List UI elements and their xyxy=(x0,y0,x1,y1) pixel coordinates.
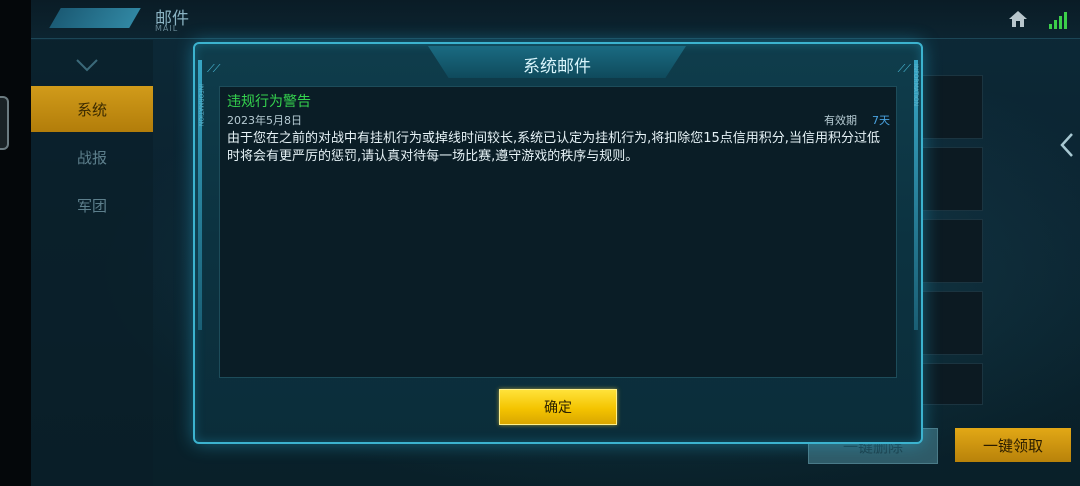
list-item[interactable] xyxy=(915,75,983,139)
page-subtitle: MAIL xyxy=(155,24,179,33)
signal-icon xyxy=(1049,12,1067,29)
sidebar-item-battle-report[interactable]: 战报 xyxy=(31,134,153,180)
validity-label: 有效期 xyxy=(824,114,857,127)
mail-list xyxy=(915,75,983,405)
list-item[interactable] xyxy=(915,363,983,405)
sidebar-item-legion[interactable]: 军团 xyxy=(31,182,153,228)
slash-decoration: ⟋⟋ xyxy=(207,62,220,75)
home-icon[interactable] xyxy=(1008,9,1028,29)
dialog-side-label: INFORMATION xyxy=(197,84,204,127)
left-edge-bar xyxy=(0,0,31,486)
mail-content-panel: 违规行为警告 2023年5月8日 有效期 7天 由于您在之前的对战中有挂机行为或… xyxy=(219,86,897,378)
list-item[interactable] xyxy=(915,147,983,211)
mail-subject: 违规行为警告 xyxy=(227,94,311,110)
system-mail-dialog: 系统邮件 INFORMATION INFORMATION ⟋⟋ ⟋⟋ 违规行为警… xyxy=(193,42,923,444)
sidebar-item-label: 战报 xyxy=(76,148,107,167)
sidebar-item-label: 系统 xyxy=(76,100,107,119)
sidebar-item-system[interactable]: 系统 xyxy=(31,86,153,132)
claim-all-button[interactable]: 一键领取 xyxy=(955,428,1071,462)
left-edge-handle[interactable] xyxy=(0,96,9,150)
dialog-title: 系统邮件 xyxy=(523,57,591,77)
chevron-down-icon xyxy=(76,59,98,72)
sidebar-item-label: 军团 xyxy=(76,196,107,215)
list-item[interactable] xyxy=(915,291,983,355)
game-logo xyxy=(49,8,141,28)
mail-body: 由于您在之前的对战中有挂机行为或掉线时间较长,系统已认定为挂机行为,将扣除您15… xyxy=(227,131,880,164)
validity-value: 7天 xyxy=(872,114,890,127)
list-item[interactable] xyxy=(915,219,983,283)
dialog-side-label: INFORMATION xyxy=(912,64,919,107)
slash-decoration: ⟋⟋ xyxy=(897,62,911,75)
mail-date: 2023年5月8日 xyxy=(227,114,302,127)
chevron-right-icon[interactable] xyxy=(1054,130,1080,160)
confirm-button[interactable]: 确定 xyxy=(499,389,617,425)
